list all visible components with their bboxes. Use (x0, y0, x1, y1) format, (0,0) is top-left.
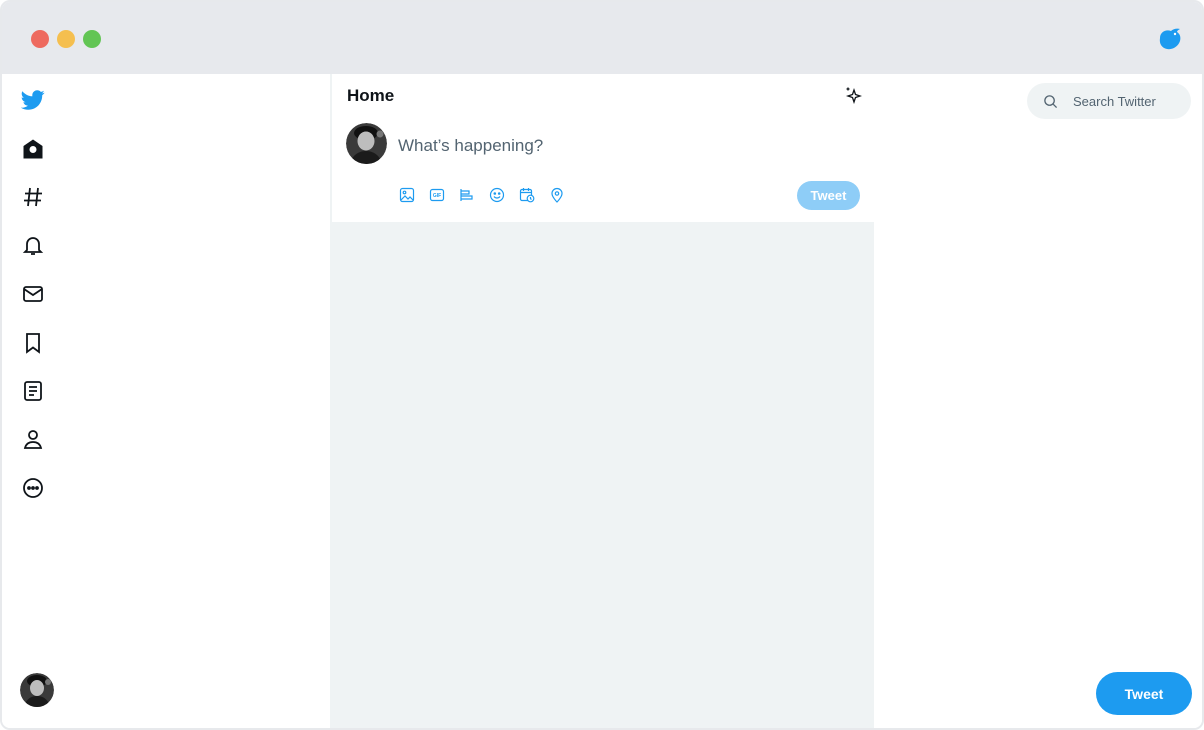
search-icon (1044, 95, 1058, 109)
right-column: Tweet (874, 74, 1202, 728)
svg-text:GIF: GIF (433, 193, 441, 199)
location-icon[interactable] (548, 186, 566, 204)
poll-icon[interactable] (458, 186, 476, 204)
image-icon[interactable] (398, 186, 416, 204)
gif-icon[interactable]: GIF (428, 186, 446, 204)
list-icon[interactable] (20, 378, 46, 404)
compose-input[interactable] (398, 134, 828, 158)
twitter-logo-icon[interactable] (20, 87, 46, 113)
compose-toolbar: GIF (398, 186, 566, 206)
sparkle-icon[interactable] (844, 86, 862, 104)
more-icon[interactable] (20, 475, 46, 501)
emoji-icon[interactable] (488, 186, 506, 204)
envelope-icon[interactable] (20, 281, 46, 307)
close-window-button[interactable] (31, 30, 49, 48)
title-bar (2, 2, 1202, 74)
compose-tweet-button[interactable]: Tweet (797, 181, 860, 210)
schedule-icon[interactable] (518, 186, 536, 204)
minimize-window-button[interactable] (57, 30, 75, 48)
app-window: Home GIF (0, 0, 1204, 730)
home-icon[interactable] (20, 136, 46, 162)
person-icon[interactable] (20, 426, 46, 452)
app-bird-icon (1159, 28, 1181, 50)
search-input[interactable] (1073, 92, 1183, 110)
maximize-window-button[interactable] (83, 30, 101, 48)
bookmark-icon[interactable] (20, 330, 46, 356)
hashtag-icon[interactable] (20, 184, 46, 210)
page-title: Home (347, 86, 395, 105)
search-box[interactable] (1027, 83, 1191, 119)
compose-avatar[interactable] (346, 123, 387, 164)
compose-area: Home GIF (331, 74, 874, 222)
account-avatar[interactable] (20, 673, 54, 707)
tweet-button[interactable]: Tweet (1096, 672, 1192, 715)
main-column: Home GIF (331, 74, 874, 728)
bell-icon[interactable] (20, 232, 46, 258)
sidebar (2, 74, 331, 728)
